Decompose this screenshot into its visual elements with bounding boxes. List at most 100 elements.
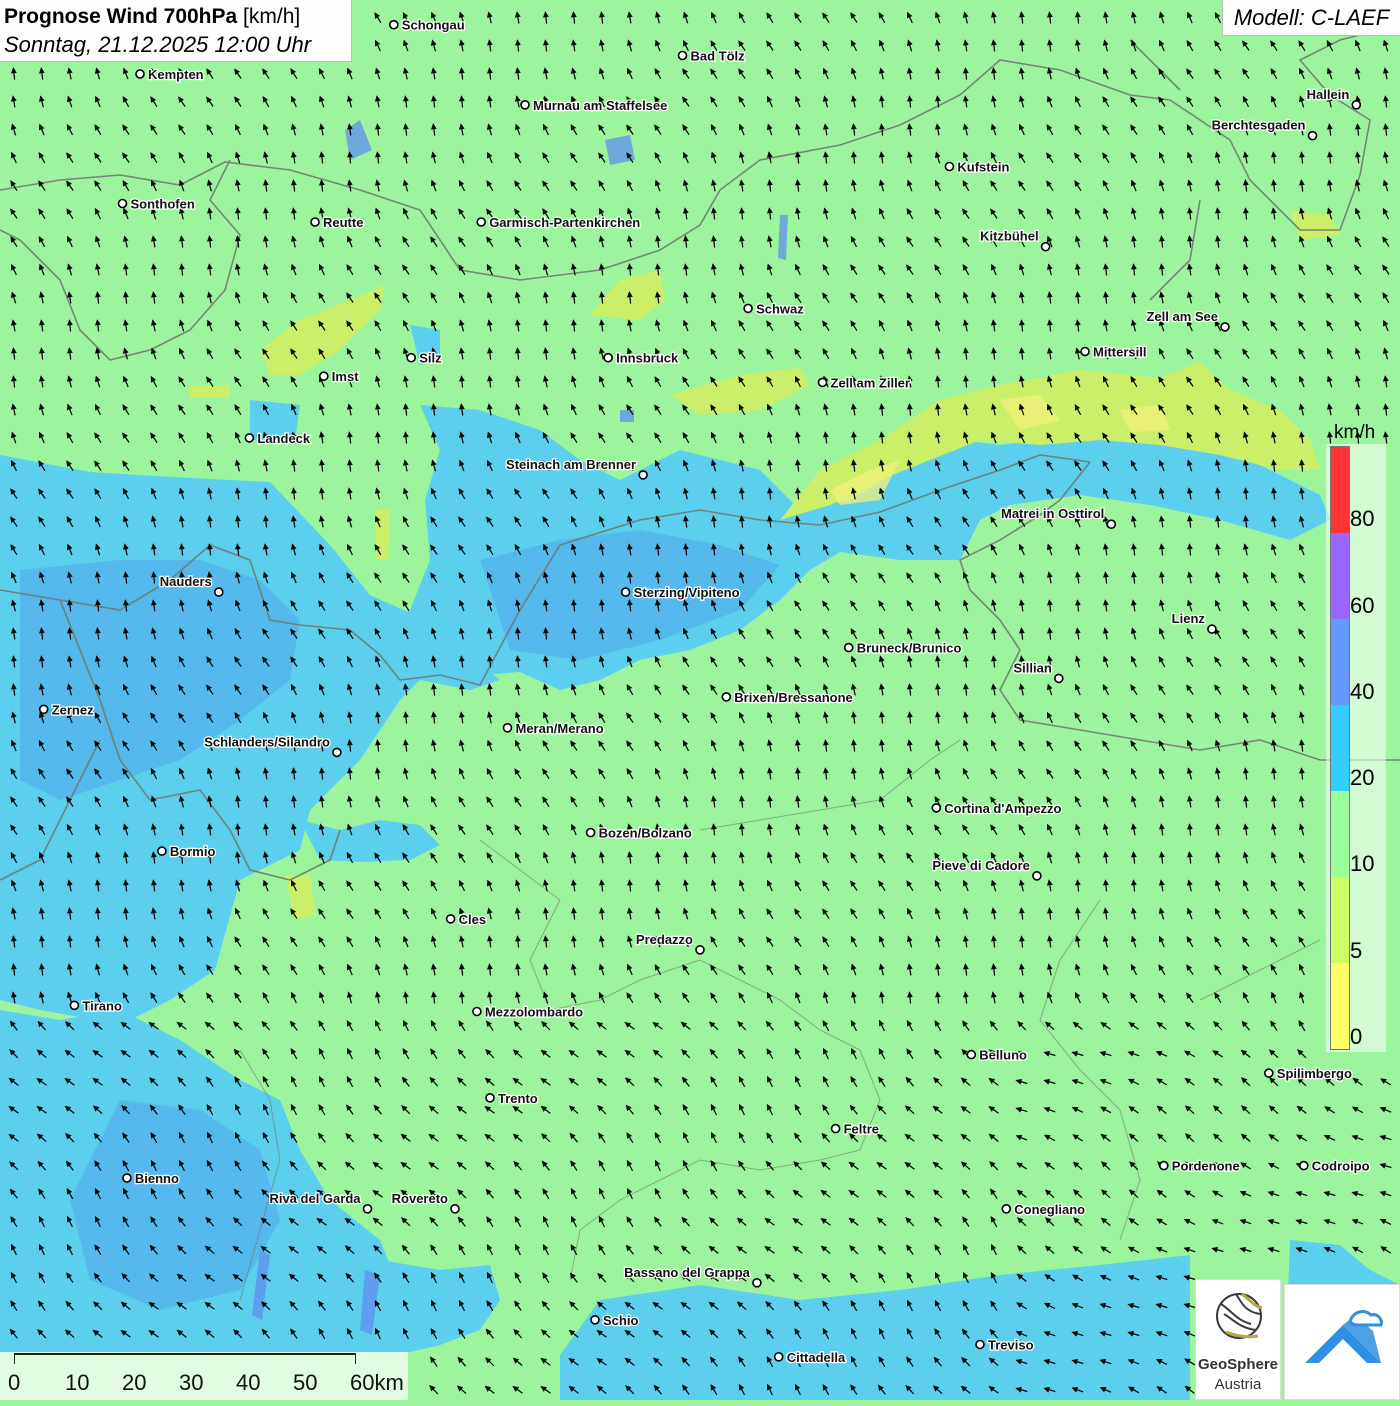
city-marker[interactable] xyxy=(1307,130,1318,141)
legend-color-segment xyxy=(1331,963,1349,1049)
scale-tick-label: 30 xyxy=(179,1370,204,1395)
city-marker[interactable] xyxy=(1106,519,1117,530)
scale-tick-label: 60km xyxy=(350,1370,404,1395)
city-marker[interactable] xyxy=(388,19,399,30)
city-marker[interactable] xyxy=(743,303,753,314)
city-marker[interactable] xyxy=(450,1204,460,1214)
city-label: Reutte xyxy=(323,215,363,230)
city-marker[interactable] xyxy=(38,704,49,715)
geosphere-logo[interactable]: GeoSphere Austria xyxy=(1195,1279,1281,1400)
city-label: Matrei in Osttirol xyxy=(1001,506,1104,521)
city-marker[interactable] xyxy=(244,433,255,443)
city-marker[interactable] xyxy=(362,1204,373,1214)
legend-tick-label: 10 xyxy=(1350,851,1375,877)
legend-color-segment xyxy=(1331,877,1349,963)
wind-map[interactable]: SchongauBad TölzKemptenMurnau am Staffel… xyxy=(0,0,1400,1400)
city-marker[interactable] xyxy=(135,69,145,79)
city-marker[interactable] xyxy=(1159,1160,1169,1171)
city-marker[interactable] xyxy=(1032,870,1042,881)
city-label: Bassano del Grappa xyxy=(624,1265,750,1280)
weather-app-logo[interactable] xyxy=(1284,1284,1400,1400)
city-marker[interactable] xyxy=(843,642,854,653)
city-marker[interactable] xyxy=(752,1278,762,1288)
city-label: Steinach am Brenner xyxy=(506,457,636,472)
city-marker[interactable] xyxy=(445,914,456,924)
city-marker[interactable] xyxy=(931,803,942,813)
city-marker[interactable] xyxy=(590,1315,600,1325)
city-marker[interactable] xyxy=(721,692,732,702)
city-marker[interactable] xyxy=(406,352,417,363)
city-label: Spilimbergo xyxy=(1277,1066,1352,1081)
title-box: Prognose Wind 700hPa [km/h] Sonntag, 21.… xyxy=(0,0,352,62)
city-label: Pieve di Cadore xyxy=(932,858,1030,873)
city-marker[interactable] xyxy=(975,1339,985,1350)
city-label: Zernez xyxy=(52,702,94,717)
city-marker[interactable] xyxy=(332,747,342,758)
city-marker[interactable] xyxy=(695,944,705,955)
legend-tick-label: 20 xyxy=(1350,765,1375,791)
scale-tick-label: 40 xyxy=(236,1370,261,1395)
model-label: Modell: C-LAEF xyxy=(1222,0,1400,36)
city-label: Conegliano xyxy=(1014,1202,1085,1217)
city-marker[interactable] xyxy=(1080,346,1090,357)
city-label: Bormio xyxy=(170,844,216,859)
city-marker[interactable] xyxy=(1054,673,1064,684)
city-marker[interactable] xyxy=(476,217,487,227)
legend-colorbar xyxy=(1330,446,1350,1050)
city-label: Feltre xyxy=(844,1122,879,1137)
city-label: Sterzing/Vipiteno xyxy=(634,585,740,600)
city-marker[interactable] xyxy=(944,161,955,172)
city-marker[interactable] xyxy=(677,50,688,61)
city-label: Hallein xyxy=(1307,87,1350,102)
city-marker[interactable] xyxy=(966,1049,977,1060)
city-marker[interactable] xyxy=(117,198,128,209)
city-label: Sonthofen xyxy=(131,197,195,212)
city-marker[interactable] xyxy=(318,371,329,382)
city-marker[interactable] xyxy=(817,377,828,388)
city-marker[interactable] xyxy=(1351,100,1362,110)
city-marker[interactable] xyxy=(620,587,631,597)
legend-tick-label: 80 xyxy=(1350,506,1375,532)
city-marker[interactable] xyxy=(773,1352,784,1362)
city-label: Murnau am Staffelsee xyxy=(533,98,667,113)
city-marker[interactable] xyxy=(1299,1160,1309,1171)
city-marker[interactable] xyxy=(122,1173,132,1183)
city-marker[interactable] xyxy=(830,1123,841,1134)
title-unit: [km/h] xyxy=(243,5,301,28)
legend-color-segment xyxy=(1331,533,1349,619)
city-label: Sillian xyxy=(1014,660,1052,675)
map-title: Prognose Wind 700hPa [km/h] xyxy=(4,3,347,31)
city-marker[interactable] xyxy=(157,846,167,856)
city-label: Cles xyxy=(459,912,486,927)
city-marker[interactable] xyxy=(1264,1068,1274,1078)
city-marker[interactable] xyxy=(214,587,224,597)
city-marker[interactable] xyxy=(1001,1204,1012,1214)
city-marker[interactable] xyxy=(502,722,513,733)
city-label: Brixen/Bressanone xyxy=(734,690,853,705)
city-marker[interactable] xyxy=(1207,624,1217,634)
city-marker[interactable] xyxy=(310,217,320,227)
city-label: Nauders xyxy=(160,574,212,589)
city-label: Berchtesgaden xyxy=(1212,118,1306,133)
city-marker[interactable] xyxy=(520,100,530,110)
city-marker[interactable] xyxy=(1220,322,1230,332)
city-marker[interactable] xyxy=(69,1000,80,1011)
scale-tick-label: 10 xyxy=(65,1370,90,1395)
city-marker[interactable] xyxy=(585,827,596,838)
legend-unit: km/h xyxy=(1334,422,1376,443)
city-marker[interactable] xyxy=(603,352,613,363)
city-label: Mittersill xyxy=(1093,345,1146,360)
city-marker[interactable] xyxy=(485,1093,495,1103)
city-label: Bienno xyxy=(135,1171,179,1186)
scale-tick-label: 0 xyxy=(8,1370,21,1395)
legend-color-segment xyxy=(1331,705,1349,791)
city-label: Rovereto xyxy=(392,1191,448,1206)
logo-subtitle: Austria xyxy=(1214,1376,1262,1393)
city-label: Kitzbühel xyxy=(980,229,1039,244)
city-marker[interactable] xyxy=(1040,241,1051,252)
city-label: Codroipo xyxy=(1312,1159,1370,1174)
city-marker[interactable] xyxy=(638,470,648,480)
city-marker[interactable] xyxy=(472,1006,482,1017)
city-label: Tirano xyxy=(82,998,122,1013)
title-bold: Prognose Wind 700hPa xyxy=(4,5,238,28)
